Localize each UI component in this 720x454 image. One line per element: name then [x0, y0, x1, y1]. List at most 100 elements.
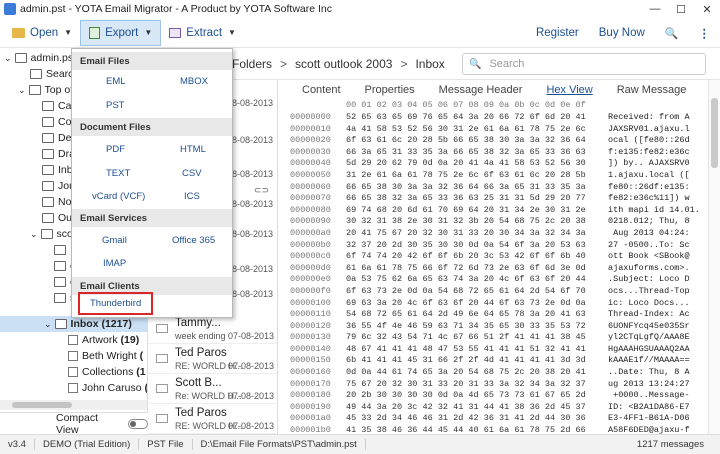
breadcrumb-scott[interactable]: scott outlook 2003	[295, 57, 392, 71]
checkbox[interactable]	[68, 383, 78, 393]
hex-ascii: ajaxuforms.com>.	[608, 262, 690, 273]
checkbox[interactable]	[68, 351, 78, 361]
hex-bytes: 6f 63 73 2e 0d 0a 54 68 72 65 61 64 2d 5…	[346, 285, 586, 296]
tree-item[interactable]: Out	[42, 210, 75, 226]
folder-icon	[12, 27, 25, 38]
inbox-icon	[54, 319, 67, 329]
collapse-icon[interactable]: ⌄	[44, 319, 52, 330]
export-button[interactable]: Export ▼	[80, 19, 162, 46]
extract-button[interactable]: Extract ▼	[161, 20, 244, 46]
export-pst[interactable]: PST	[106, 100, 124, 111]
tree-item-root[interactable]: ⌄ admin.pst	[4, 50, 76, 66]
mail-row[interactable]: Ted Paros RE: WORLD H... 07-08-2013	[148, 404, 277, 434]
collapse-icon[interactable]: ⌄	[18, 85, 26, 96]
checkbox[interactable]	[68, 335, 78, 345]
hex-line: 000000a0 20 41 75 67 20 32 30 31 33 20 30…	[290, 228, 700, 240]
tab-raw-message[interactable]: Raw Message	[605, 84, 699, 96]
search-input[interactable]: 🔍 Search	[462, 53, 706, 75]
tree-item-count: (19)	[120, 334, 140, 346]
mail-row[interactable]: Tammy... week ending 07-08-2013	[148, 314, 277, 344]
hex-bytes: 49 44 3a 20 3c 42 32 41 31 44 41 38 36 2…	[346, 401, 586, 412]
buy-now-link[interactable]: Buy Now	[589, 27, 655, 39]
close-button[interactable]: ✕	[694, 0, 720, 18]
export-csv[interactable]: CSV	[182, 168, 202, 179]
hex-offset: 00000100	[290, 297, 331, 308]
envelope-icon	[156, 414, 168, 423]
hex-offset: 00000080	[290, 204, 331, 215]
minimize-button[interactable]: —	[642, 0, 668, 18]
hex-bytes: 41 35 38 46 36 44 45 44 40 61 6a 61 78 7…	[346, 425, 586, 434]
export-menu: Email Files EML MBOX PST Document Files …	[71, 48, 233, 318]
collapse-icon[interactable]: ⌄	[30, 229, 38, 240]
hex-offset: 00000140	[290, 343, 331, 354]
tree-item[interactable]: ⌄ scot	[30, 226, 76, 242]
hex-offset: 00000120	[290, 320, 331, 331]
tree-item[interactable]: Beth Wright (	[68, 348, 143, 364]
export-text[interactable]: TEXT	[106, 168, 130, 179]
search-icon[interactable]: 🔍	[655, 27, 689, 40]
outbox-icon	[42, 213, 54, 223]
tree-item-label: John Caruso	[82, 382, 142, 394]
breadcrumb-inbox[interactable]: Inbox	[415, 57, 444, 71]
toolbar: Open ▼ Export ▼ Extract ▼ Register Buy N…	[0, 18, 720, 48]
hex-offset: 00000110	[290, 309, 331, 320]
compact-view-toggle[interactable]	[128, 418, 148, 429]
checkbox[interactable]	[68, 367, 78, 377]
hex-ascii: 27 -0500..To: Sc	[608, 239, 690, 250]
hex-line: 00000140 48 67 41 41 41 48 47 53 55 41 41…	[290, 344, 700, 356]
hex-bytes: 20 2b 30 30 30 30 0d 0a 4d 65 73 73 61 6…	[346, 390, 586, 401]
register-link[interactable]: Register	[526, 27, 589, 39]
tree-item[interactable]: Not	[42, 194, 74, 210]
hex-bytes: 6f 74 74 20 42 6f 6f 6b 20 3c 53 42 6f 6…	[346, 251, 586, 262]
export-gmail[interactable]: Gmail	[102, 235, 127, 246]
breadcrumb-folders[interactable]: Folders	[232, 57, 272, 71]
tab-hex-view[interactable]: Hex View	[534, 84, 604, 96]
export-imap[interactable]: IMAP	[103, 258, 126, 269]
export-vcard[interactable]: vCard (VCF)	[92, 191, 145, 202]
more-icon[interactable]: ⋮	[689, 26, 720, 40]
hex-bytes: 5d 29 20 62 79 0d 0a 20 41 4a 41 58 53 5…	[346, 158, 586, 169]
hex-ascii: ID: <B2A1DA86-E7	[608, 401, 690, 412]
export-eml[interactable]: EML	[106, 76, 126, 87]
hex-bytes: 66 3a 65 31 33 35 3a 66 65 38 32 3a 65 3…	[346, 146, 586, 157]
export-thunderbird[interactable]: Thunderbird	[78, 292, 154, 315]
compact-view: Compact View	[0, 411, 148, 436]
mail-date: 07-08-2013	[227, 391, 274, 401]
title-bar: admin.pst - YOTA Email Migrator - A Prod…	[0, 0, 720, 18]
hex-offset: 00000090	[290, 216, 331, 227]
horizontal-scrollbar[interactable]	[0, 400, 147, 410]
tree-item-inbox[interactable]: ⌄ Inbox (1217)	[0, 316, 147, 332]
scrollbar-thumb[interactable]	[711, 98, 718, 168]
tree-item[interactable]: John Caruso (	[68, 380, 147, 396]
hex-offset: 000001a0	[290, 413, 331, 424]
hex-bytes: 66 65 38 30 3a 3a 32 36 64 66 3a 65 31 3…	[346, 181, 586, 192]
tree-item[interactable]: Artwork (19)	[68, 332, 139, 348]
export-ics[interactable]: ICS	[184, 191, 200, 202]
export-html[interactable]: HTML	[180, 144, 206, 155]
vertical-scrollbar[interactable]	[708, 80, 720, 434]
mail-row[interactable]: Ted Paros RE: WORLD H... 07-08-2013	[148, 344, 277, 374]
tab-message-header[interactable]: Message Header	[427, 84, 535, 96]
collapse-icon[interactable]: ⌄	[4, 53, 12, 64]
hex-line: 00000150 6b 41 41 41 45 31 66 2f 2f 4d 41…	[290, 355, 700, 367]
mail-row[interactable]: Scott B... Re: WORLD H... 07-08-2013	[148, 374, 277, 404]
menu-header-email-services: Email Services	[72, 209, 232, 227]
maximize-button[interactable]: ☐	[668, 0, 694, 18]
hex-bytes: 69 63 3a 20 4c 6f 63 6f 20 44 6f 63 73 2…	[346, 297, 586, 308]
hex-ascii: 0218.012; Thu, 8	[608, 216, 690, 227]
export-mbox[interactable]: MBOX	[180, 76, 208, 87]
export-pdf[interactable]: PDF	[106, 144, 125, 155]
hex-line: 00000160 0d 0a 44 61 74 65 3a 20 54 68 75…	[290, 367, 700, 379]
hex-line: 00000130 79 6c 32 43 54 71 4c 67 66 51 2f…	[290, 332, 700, 344]
hex-ascii: E3-4FF1-B61A-D06	[608, 413, 690, 424]
tree-item[interactable]	[54, 242, 70, 258]
tab-properties[interactable]: Properties	[353, 84, 427, 96]
window-title: admin.pst - YOTA Email Migrator - A Prod…	[20, 3, 333, 15]
hex-view-pane: Content Properties Message Header Hex Vi…	[290, 80, 720, 434]
compact-view-label: Compact View	[56, 411, 99, 436]
open-button[interactable]: Open ▼	[4, 20, 80, 46]
search-folder-icon	[30, 69, 42, 79]
export-office365[interactable]: Office 365	[172, 235, 215, 246]
tree-item[interactable]: Collections (1	[68, 364, 146, 380]
tab-content[interactable]: Content	[290, 84, 353, 96]
